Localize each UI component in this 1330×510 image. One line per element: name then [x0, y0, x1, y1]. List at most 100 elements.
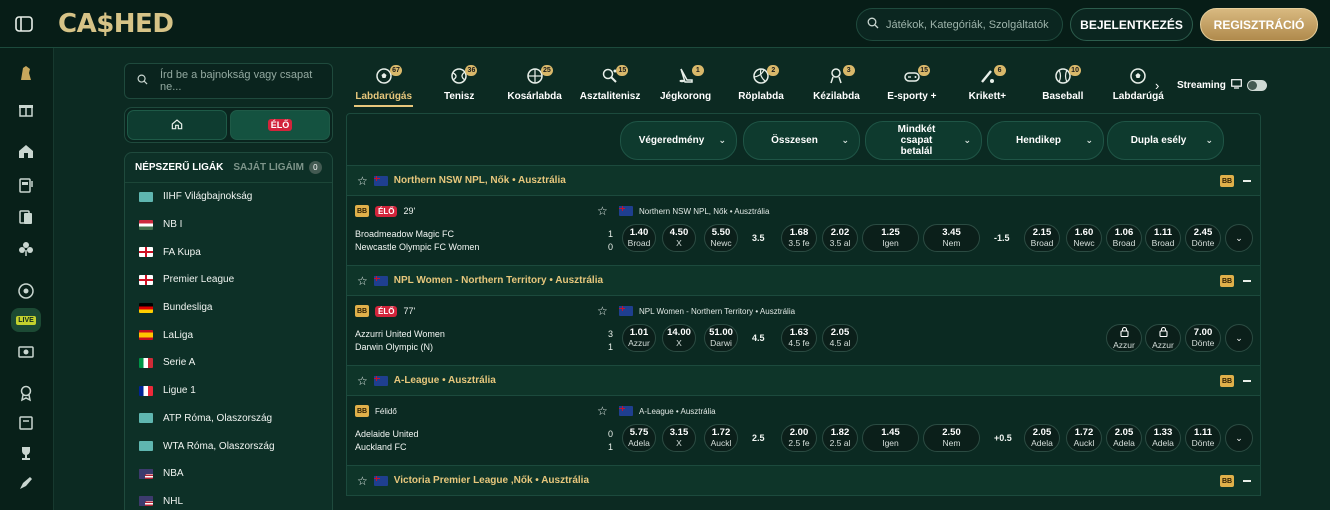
league-item[interactable]: LaLiga [125, 321, 332, 349]
odds-button[interactable]: 2.05 Adela [1106, 424, 1142, 452]
odds-button[interactable]: 1.72 Auckl [704, 424, 738, 452]
tab-sport[interactable]: 10 Baseball [1025, 60, 1100, 108]
odds-button[interactable]: 1.11 Dönte [1185, 424, 1221, 452]
clover-icon[interactable] [17, 240, 35, 258]
odds-button[interactable]: 1.01 Azzur [622, 324, 656, 352]
league-item[interactable]: ATP Róma, Olaszország [125, 405, 332, 433]
tab-sport[interactable]: 3 Kézilabda [799, 60, 874, 108]
odds-button[interactable]: 1.33 Adela [1145, 424, 1181, 452]
match-row[interactable]: BB ÉLŐ 77' ☆ NPL Women - Northern Territ… [346, 296, 1261, 366]
sidebar-toggle-icon[interactable] [14, 14, 34, 34]
odds-button[interactable]: 2.15 Broad [1024, 224, 1060, 252]
league-item[interactable]: NHL [125, 488, 332, 510]
odds-button[interactable]: 3.45 Nem [923, 224, 980, 252]
logo[interactable]: CA$HED [58, 9, 174, 39]
tab-sport[interactable]: 6 Krikett+ [950, 60, 1025, 108]
tab-sport[interactable]: 15 E-sporty + [874, 60, 949, 108]
tab-my-leagues[interactable]: SAJÁT LIGÁIM [233, 162, 304, 173]
league-header[interactable]: ☆ Victoria Premier League ,Nők • Ausztrál… [346, 466, 1261, 496]
odds-button[interactable]: 51.00 Darwi [704, 324, 738, 352]
collapse-icon[interactable] [1243, 480, 1251, 482]
sports-ball-icon[interactable] [17, 282, 35, 300]
match-row[interactable]: BB ÉLŐ 29' ☆ Northern NSW NPL, Nők • Aus… [346, 196, 1261, 266]
tab-popular-leagues[interactable]: NÉPSZERŰ LIGÁK [135, 162, 223, 173]
market-dropdown[interactable]: Összesen ⌄ [743, 121, 860, 160]
market-dropdown[interactable]: Mindkét csapat betalál ⌄ [865, 121, 982, 160]
league-item[interactable]: Ligue 1 [125, 377, 332, 405]
odds-button[interactable]: 1.11 Broad [1145, 224, 1181, 252]
odds-button[interactable]: 2.02 3.5 al [822, 224, 858, 252]
cards-icon[interactable] [17, 208, 35, 226]
global-search-input[interactable]: Játékok, Kategóriák, Szolgáltatók [856, 8, 1063, 41]
streaming-switch[interactable] [1246, 80, 1267, 91]
virtual-sports-icon[interactable] [17, 343, 35, 361]
odds-button[interactable]: 1.40 Broad [622, 224, 656, 252]
league-item[interactable]: WTA Róma, Olaszország [125, 432, 332, 460]
tab-sport[interactable]: 15 Asztalitenisz [572, 60, 647, 108]
odds-button[interactable]: 1.72 Auckl [1066, 424, 1102, 452]
favorite-star-icon[interactable]: ☆ [357, 274, 368, 288]
league-header[interactable]: ☆ Northern NSW NPL, Nők • Ausztrália BB [346, 166, 1261, 196]
market-dropdown[interactable]: Dupla esély ⌄ [1107, 121, 1224, 160]
collapse-icon[interactable] [1243, 380, 1251, 382]
match-row[interactable]: BB Félidő ☆ A-League • Ausztrália Adelai… [346, 396, 1261, 466]
more-markets-button[interactable]: ⌄ [1225, 324, 1253, 352]
mascot-icon[interactable] [17, 64, 35, 82]
favorite-star-icon[interactable]: ☆ [597, 404, 608, 418]
odds-button[interactable]: 2.05 Adela [1024, 424, 1060, 452]
league-item[interactable]: FA Kupa [125, 238, 332, 266]
tab-sport[interactable]: 25 Kosárlabda [497, 60, 572, 108]
favorite-star-icon[interactable]: ☆ [597, 304, 608, 318]
rocket-icon[interactable] [17, 474, 35, 492]
favorite-star-icon[interactable]: ☆ [357, 474, 368, 488]
market-dropdown[interactable]: Hendikep ⌄ [987, 121, 1104, 160]
odds-button[interactable]: 2.05 4.5 al [822, 324, 858, 352]
odds-button[interactable]: 14.00 X [662, 324, 696, 352]
league-item[interactable]: Premier League [125, 266, 332, 294]
tab-sport[interactable]: 67 Labdarúgás [346, 60, 421, 108]
odds-button[interactable]: 1.25 Igen [862, 224, 919, 252]
league-item[interactable]: Serie A [125, 349, 332, 377]
odds-button[interactable]: 2.45 Dönte [1185, 224, 1221, 252]
tab-sport[interactable]: 1 Jégkorong [648, 60, 723, 108]
register-button[interactable]: REGISZTRÁCIÓ [1200, 8, 1318, 41]
favorite-star-icon[interactable]: ☆ [357, 374, 368, 388]
home-view-button[interactable] [127, 110, 227, 140]
league-search-input[interactable]: Írd be a bajnokság vagy csapat ne... [124, 63, 333, 99]
odds-button[interactable]: 5.75 Adela [622, 424, 656, 452]
award-icon[interactable] [17, 384, 35, 402]
league-item[interactable]: NB I [125, 211, 332, 239]
more-markets-button[interactable]: ⌄ [1225, 224, 1253, 252]
live-view-button[interactable]: ÉLŐ [230, 110, 330, 140]
gift-icon[interactable] [17, 100, 35, 118]
odds-button[interactable]: 2.50 Nem [923, 424, 980, 452]
league-item[interactable]: IIHF Világbajnokság [125, 183, 332, 211]
trophy-icon[interactable] [17, 444, 35, 462]
odds-button[interactable]: 1.60 Newc [1066, 224, 1102, 252]
odds-button[interactable]: 3.15 X [662, 424, 696, 452]
favorite-star-icon[interactable]: ☆ [597, 204, 608, 218]
league-header[interactable]: ☆ A-League • Ausztrália BB [346, 366, 1261, 396]
chevron-right-icon[interactable]: › [1155, 78, 1159, 93]
odds-button[interactable]: 1.45 Igen [862, 424, 919, 452]
league-header[interactable]: ☆ NPL Women - Northern Territory • Ausztr… [346, 266, 1261, 296]
tab-sport[interactable]: 2 Röplabda [723, 60, 798, 108]
ticket-icon[interactable] [17, 414, 35, 432]
tab-sport[interactable]: 36 Tenisz [421, 60, 496, 108]
streaming-toggle[interactable]: Streaming [1177, 79, 1267, 92]
odds-button[interactable]: 4.50 X [662, 224, 696, 252]
favorite-star-icon[interactable]: ☆ [357, 174, 368, 188]
login-button[interactable]: BEJELENTKEZÉS [1070, 8, 1193, 41]
collapse-icon[interactable] [1243, 180, 1251, 182]
league-item[interactable]: Bundesliga [125, 294, 332, 322]
odds-button[interactable]: Azzur [1106, 324, 1142, 352]
odds-button[interactable]: 1.68 3.5 fe [781, 224, 817, 252]
odds-button[interactable]: 2.00 2.5 fe [781, 424, 817, 452]
market-dropdown[interactable]: Végeredmény ⌄ [620, 121, 737, 160]
collapse-icon[interactable] [1243, 280, 1251, 282]
odds-button[interactable]: Azzur [1145, 324, 1181, 352]
odds-button[interactable]: 7.00 Dönte [1185, 324, 1221, 352]
odds-button[interactable]: 1.63 4.5 fe [781, 324, 817, 352]
more-markets-button[interactable]: ⌄ [1225, 424, 1253, 452]
slot-machine-icon[interactable] [17, 176, 35, 194]
